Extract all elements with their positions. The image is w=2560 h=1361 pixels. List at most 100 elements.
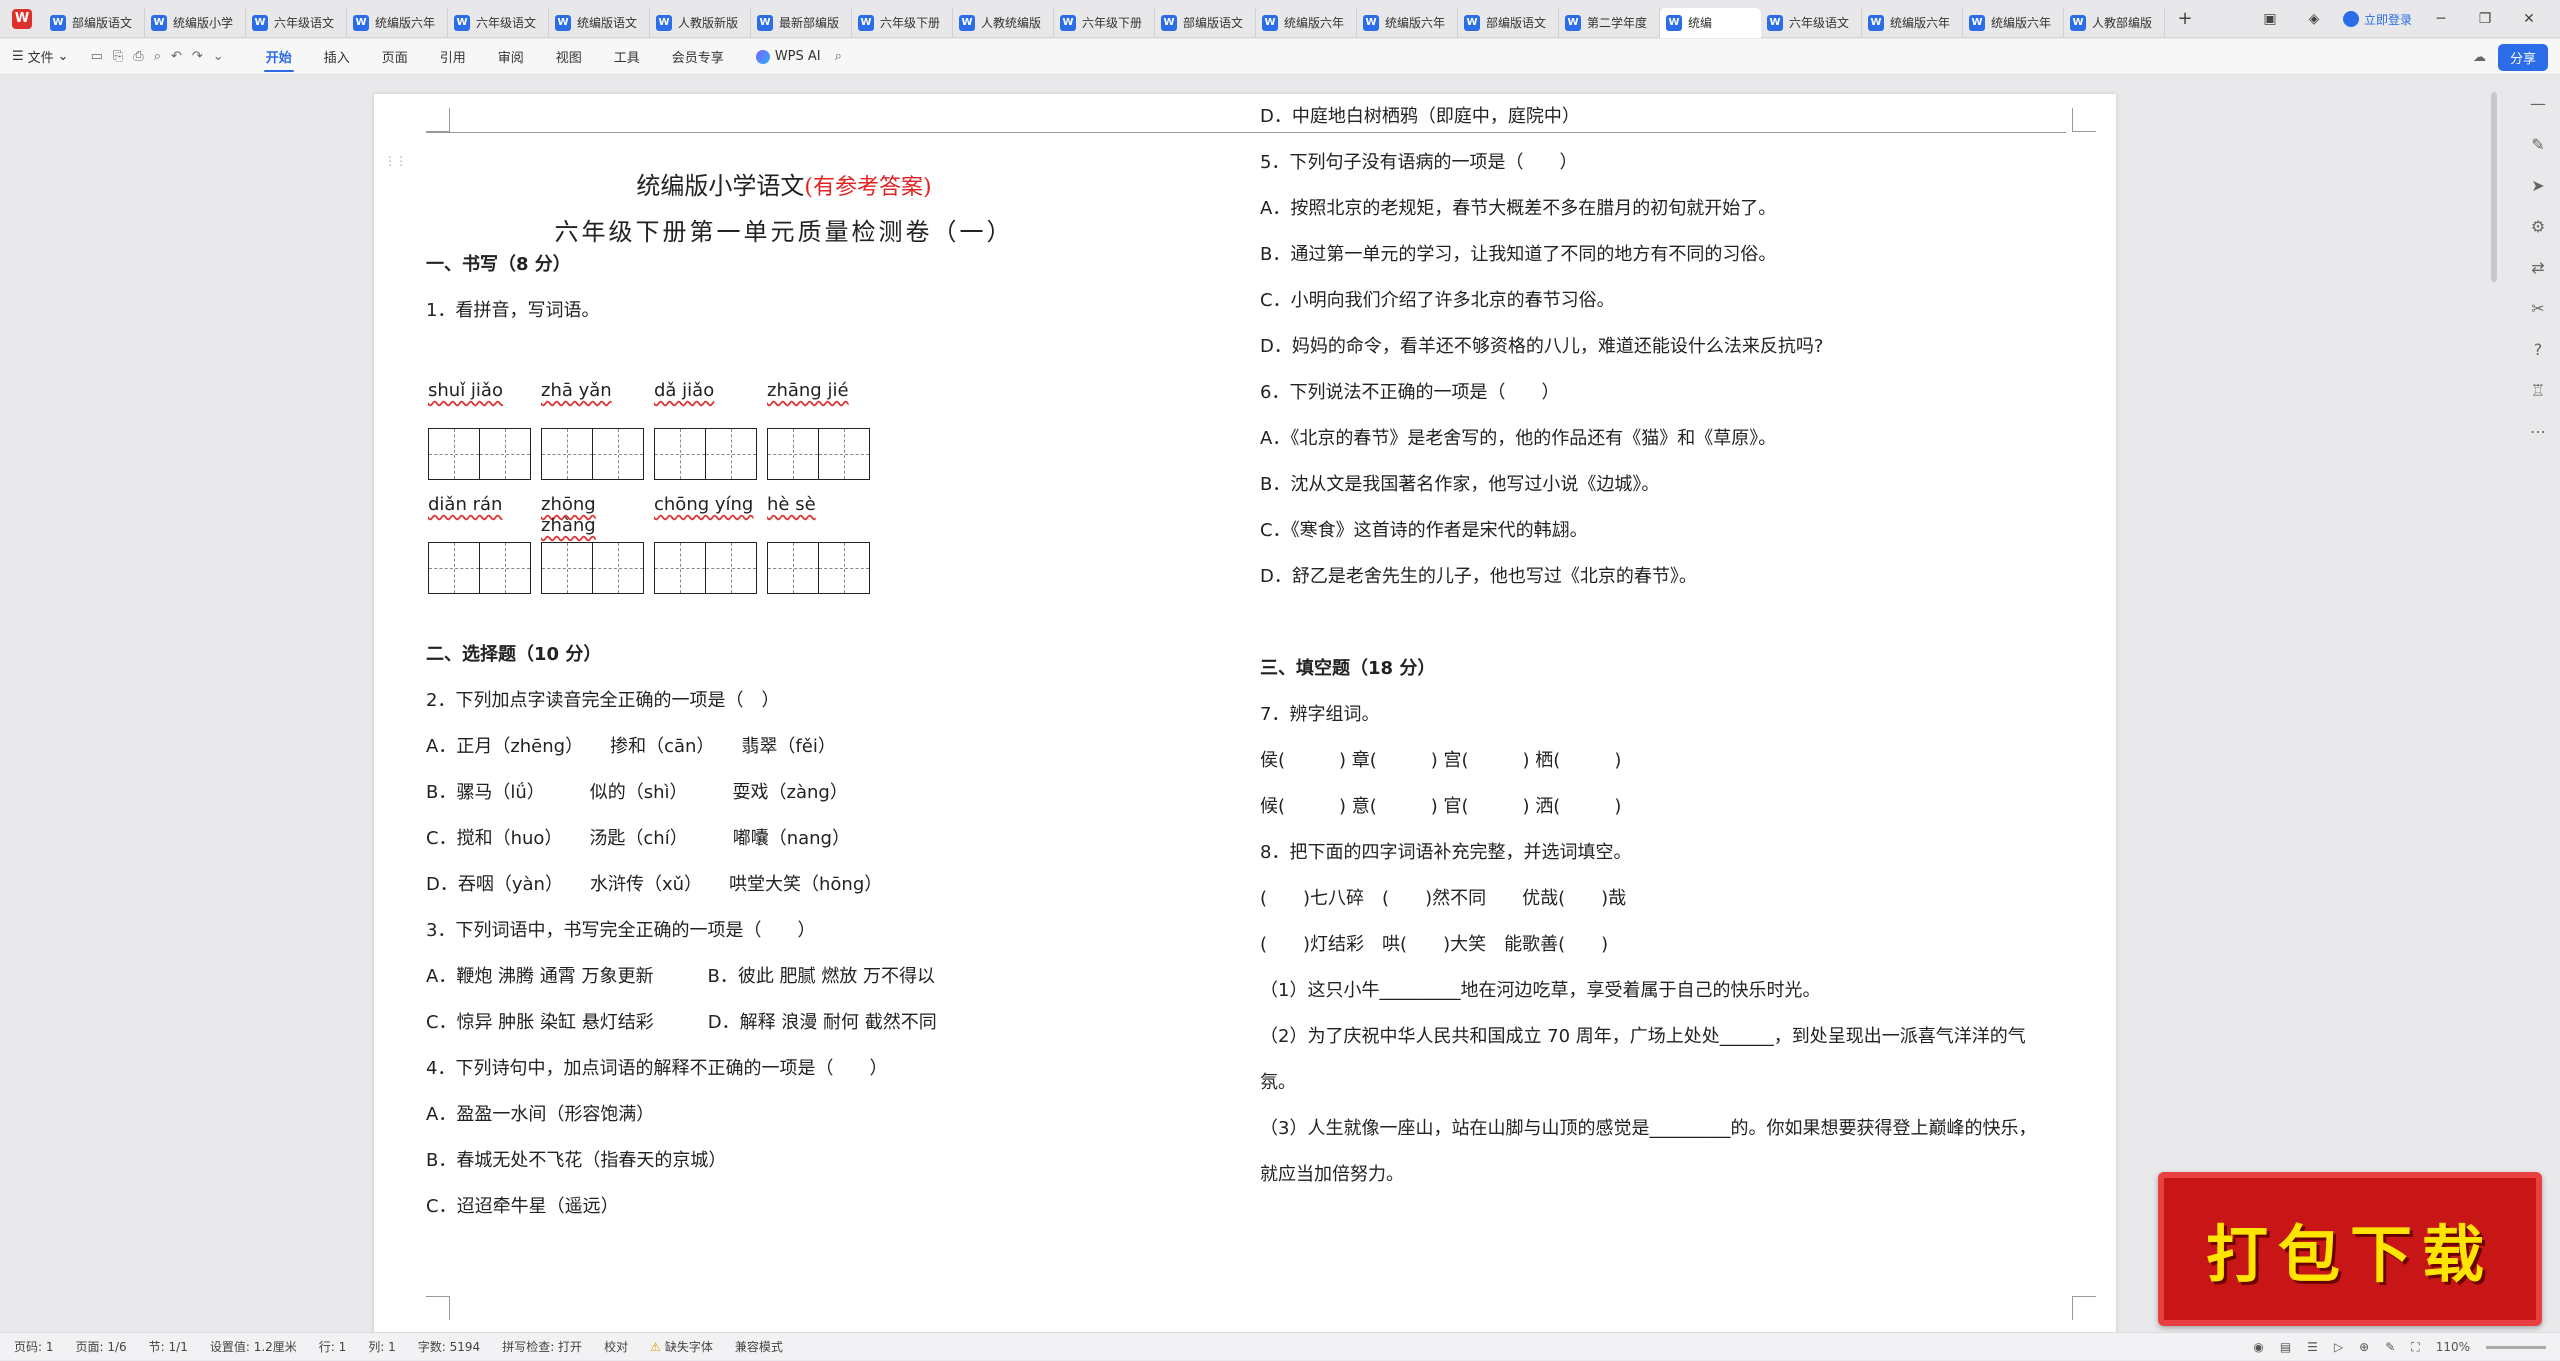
print-icon[interactable]: ⎙ [133,49,143,64]
chevron-down-icon: ⌄ [57,49,69,64]
document-tab[interactable]: W 六年级下册 [852,7,953,38]
grid-cell [429,543,480,593]
outline-icon[interactable]: ☰ [2307,1340,2318,1354]
shirt-icon[interactable]: ♖ [2531,381,2545,400]
preview-icon[interactable]: ⌕ [154,49,161,64]
status-compat[interactable]: 兼容模式 [735,1338,783,1355]
zoom-slider[interactable] [2486,1345,2546,1349]
document-tab[interactable]: W 人教部编版 [2064,7,2165,38]
tian-grid [541,542,644,594]
close-icon[interactable]: ✕ [2514,11,2544,27]
document-tab[interactable]: W 人教统编版 [953,7,1054,38]
tian-grid [428,428,531,480]
document-tab[interactable]: W 部编版语文 [1155,7,1256,38]
more-icon[interactable]: ⌄ [213,49,224,64]
fit-icon[interactable]: ⛶ [2411,1340,2419,1355]
play-icon[interactable]: ▷ [2334,1340,2343,1354]
crop-mark [2072,1296,2096,1320]
document-tab[interactable]: W 六年级语文 [448,7,549,38]
doc-icon: W [1060,14,1076,31]
more-icon[interactable]: ⋯ [2530,422,2546,441]
document-tab[interactable]: W 统编版小学 [145,7,246,38]
status-spell[interactable]: 拼写检查: 打开 [502,1338,582,1355]
status-proof[interactable]: 校对 [604,1338,628,1355]
menu-item[interactable]: 审阅 [496,41,526,72]
edit-icon[interactable]: ✎ [2385,1340,2395,1354]
eye-icon[interactable]: ◉ [2253,1340,2263,1354]
doc-icon: W [353,14,369,31]
document-tab[interactable]: W 部编版语文 [44,7,145,38]
wps-ai-button[interactable]: WPS AI [755,49,821,64]
document-tab[interactable]: W 统编 [1660,7,1761,38]
tian-grid [767,428,870,480]
menu-item[interactable]: 视图 [554,41,584,72]
cloud-icon[interactable]: ☁ [2473,50,2486,65]
scroll-thumb[interactable] [2491,92,2497,282]
status-section[interactable]: 节: 1/1 [149,1338,188,1355]
file-menu[interactable]: ☰ 文件 ⌄ [12,47,69,66]
document-tab[interactable]: W 统编版语文 [549,7,650,38]
undo-icon[interactable]: ↶ [171,49,182,64]
document-tab[interactable]: W 第二学年度 [1559,7,1660,38]
status-col[interactable]: 列: 1 [368,1338,396,1355]
document-tab[interactable]: W 最新部编版 [751,7,852,38]
document-tab[interactable]: W 人教版新版 [650,7,751,38]
document-tab[interactable]: W 统编版六年 [1357,7,1458,38]
menu-item[interactable]: 页面 [380,41,410,72]
wps-logo-icon[interactable]: W [0,0,44,38]
document-tab[interactable]: W 六年级语文 [246,7,347,38]
login-button[interactable]: 立即登录 [2342,11,2412,28]
document-tab[interactable]: W 统编版六年 [347,7,448,38]
status-page[interactable]: 页码: 1 [14,1338,54,1355]
document-tab[interactable]: W 统编版六年 [1963,7,2064,38]
download-promo-banner[interactable]: 打包下载 [2158,1172,2542,1326]
document-tab[interactable]: W 部编版语文 [1458,7,1559,38]
collapse-icon[interactable]: — [2530,94,2546,113]
status-words[interactable]: 字数: 5194 [418,1338,480,1355]
document-tab[interactable]: W 六年级下册 [1054,7,1155,38]
doc-line: 4．下列诗句中，加点词语的解释不正确的一项是（ ） [426,1058,888,1079]
share-button[interactable]: 分享 [2497,43,2548,71]
search-icon[interactable]: ⌕ [835,49,842,64]
doc-line: C．搅和（huo） 汤匙（chí） 嘟囔（nang） [426,828,850,849]
pen-icon[interactable]: ✎ [2531,135,2544,154]
status-setting[interactable]: 设置值: 1.2厘米 [210,1338,297,1355]
pinyin-label: hè sè [767,494,816,515]
document-tab[interactable]: W 统编版六年 [1256,7,1357,38]
save-icon[interactable]: ▭ [91,49,103,64]
document-tab[interactable]: W 统编版六年 [1862,7,1963,38]
document-page[interactable]: ⋮⋮ 统编版小学语文(有参考答案) 六年级下册第一单元质量检测卷（一） 一、书写… [374,94,2116,1334]
doc-icon: W [1868,14,1884,31]
vertical-scrollbar[interactable] [2489,90,2501,1320]
translate-icon[interactable]: ⇄ [2531,258,2544,277]
minimize-icon[interactable]: ─ [2426,11,2456,27]
new-tab-button[interactable]: + [2165,8,2205,29]
web-icon[interactable]: ⊕ [2359,1340,2369,1354]
pinyin-label: zhōng zhàng [541,494,596,536]
doc-line: ( )灯结彩 哄( )大笑 能歌善( ) [1260,934,1609,955]
tools-icon[interactable]: ✂ [2531,299,2544,318]
menu-item[interactable]: 插入 [322,41,352,72]
menu-item[interactable]: 工具 [612,41,642,72]
redo-icon[interactable]: ↷ [192,49,203,64]
status-missing-font[interactable]: ⚠ 缺失字体 [650,1338,713,1355]
doc-icon: W [1666,14,1682,31]
settings-icon[interactable]: ⚙ [2531,217,2545,236]
page-view-icon[interactable]: ▤ [2280,1340,2291,1354]
status-pages[interactable]: 页面: 1/6 [76,1338,127,1355]
document-tab[interactable]: W 六年级语文 [1761,7,1862,38]
menu-item[interactable]: 会员专享 [670,41,726,72]
zoom-level[interactable]: 110% [2436,1340,2470,1354]
help-icon[interactable]: ? [2534,340,2543,359]
restore-icon[interactable]: ❐ [2470,11,2500,27]
export-icon[interactable]: ⎘ [113,49,123,64]
menu-item[interactable]: 开始 [263,41,294,72]
cube-icon[interactable]: ◈ [2299,11,2329,27]
layout-icon[interactable]: ▣ [2255,11,2285,27]
answer-tag: (有参考答案) [804,175,932,200]
doc-icon: W [1464,14,1480,31]
status-row[interactable]: 行: 1 [319,1338,347,1355]
cursor-icon[interactable]: ➤ [2531,176,2544,195]
menu-item[interactable]: 引用 [438,41,468,72]
grid-cell [429,429,480,479]
